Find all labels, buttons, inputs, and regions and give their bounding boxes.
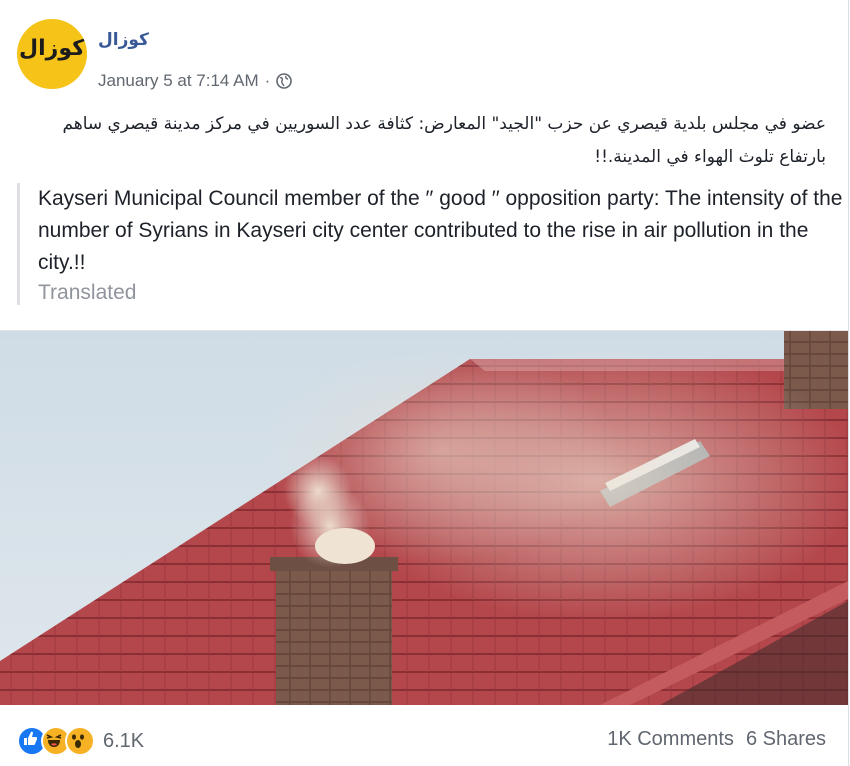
post-photo[interactable]	[0, 330, 848, 705]
reactions-summary[interactable]: 6.1K	[17, 726, 144, 756]
shares-count-link[interactable]: 6 Shares	[746, 728, 826, 751]
avatar-logo-text: كوزال	[19, 36, 85, 61]
wow-icon	[65, 726, 95, 756]
meta-separator: ·	[264, 71, 271, 90]
post-footer: 6.1K 1K Comments 6 Shares	[0, 704, 848, 766]
translated-label[interactable]: Translated	[38, 281, 848, 305]
post-meta: January 5 at 7:14 AM ·	[98, 71, 293, 91]
translated-text: Kayseri Municipal Council member of the …	[38, 187, 843, 274]
rooftop-chimney-image	[0, 331, 848, 705]
facebook-post: كوزال كوزال January 5 at 7:14 AM · عضو ف…	[0, 0, 849, 766]
post-date-link[interactable]: January 5 at 7:14 AM	[98, 71, 259, 91]
page-avatar[interactable]: كوزال	[17, 19, 87, 89]
reaction-count[interactable]: 6.1K	[103, 730, 144, 753]
translation-block: Kayseri Municipal Council member of the …	[17, 183, 848, 305]
comments-count-link[interactable]: 1K Comments	[607, 728, 734, 751]
post-text-arabic: عضو في مجلس بلدية قيصري عن حزب "الجيد" ا…	[62, 114, 826, 167]
globe-icon[interactable]	[276, 73, 293, 89]
page-name-link[interactable]: كوزال	[98, 30, 149, 50]
engagement-stats: 1K Comments 6 Shares	[607, 728, 826, 751]
